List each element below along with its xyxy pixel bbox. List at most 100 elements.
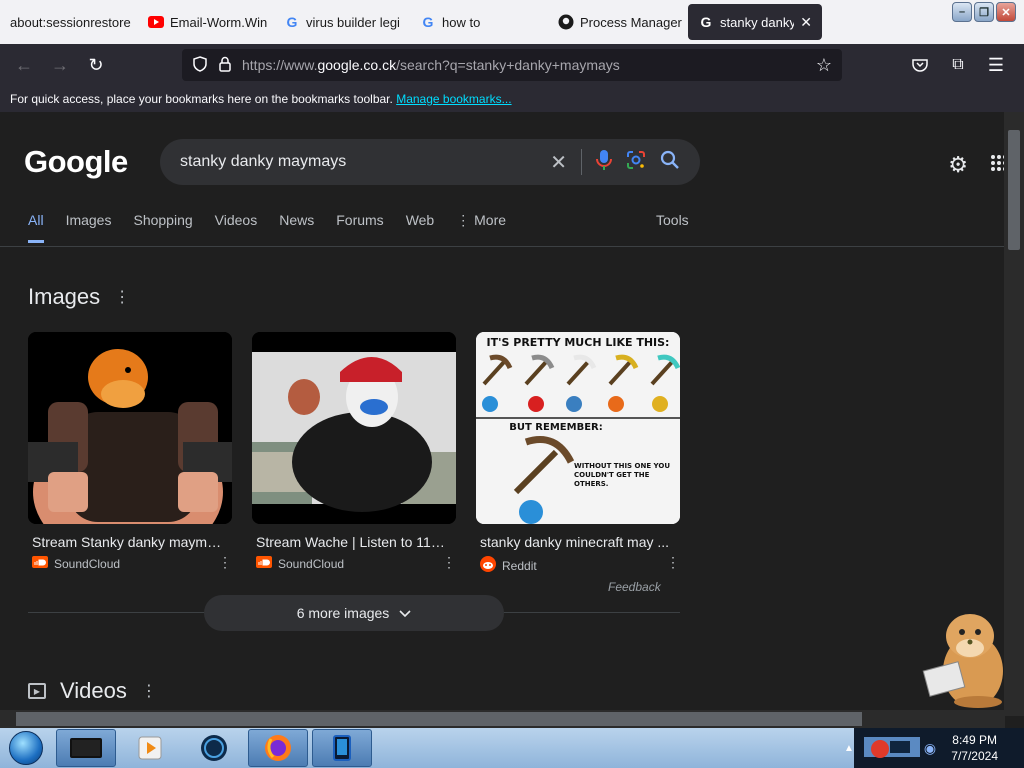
- maximize-icon[interactable]: ❐: [974, 2, 994, 22]
- google-icon: G: [700, 14, 712, 30]
- clear-icon[interactable]: ✕: [550, 150, 567, 175]
- more-options-icon[interactable]: ⋮: [114, 287, 130, 307]
- toolbar-right: ⧉ ☰: [902, 47, 1014, 83]
- star-icon[interactable]: ☆: [816, 55, 832, 76]
- forward-icon[interactable]: →: [42, 47, 78, 83]
- scrollbar-thumb[interactable]: [16, 712, 862, 726]
- result-menu-icon[interactable]: ⋮: [442, 554, 456, 571]
- close-window-icon[interactable]: ✕: [996, 2, 1016, 22]
- tab-label: stanky danky m: [720, 14, 795, 30]
- feedback-link[interactable]: Feedback: [608, 580, 661, 594]
- play-icon: ▶: [28, 683, 46, 699]
- reddit-icon: [480, 556, 496, 575]
- taskbar-app-globe[interactable]: [184, 729, 244, 767]
- google-icon: G: [422, 14, 434, 30]
- tab-label: Process Manager: [580, 14, 682, 30]
- chevron-down-icon: [399, 605, 411, 621]
- taskbar-app-tablet[interactable]: [312, 729, 372, 767]
- tab-forums[interactable]: Forums: [336, 212, 383, 243]
- clock[interactable]: 8:49 PM 7/7/2024: [951, 732, 998, 764]
- close-tab-icon[interactable]: ✕: [800, 14, 812, 31]
- bookmarks-hint: For quick access, place your bookmarks h…: [10, 92, 393, 106]
- url-text: https://www.google.co.ck/search?q=stanky…: [242, 57, 620, 73]
- tab-email-worm[interactable]: Email-Worm.Win: [138, 0, 274, 44]
- result-menu-icon[interactable]: ⋮: [218, 554, 232, 571]
- search-box[interactable]: stanky danky maymays ✕: [160, 139, 700, 185]
- meme-top-text: IT'S PRETTY MUCH LIKE THIS:: [487, 336, 670, 349]
- image-thumbnail-heavy[interactable]: [28, 332, 232, 524]
- videos-section-title: ▶ Videos ⋮: [28, 678, 157, 704]
- tab-more[interactable]: ⋮ More: [456, 212, 506, 243]
- google-logo[interactable]: Google: [24, 144, 128, 180]
- tools-button[interactable]: Tools: [656, 212, 689, 228]
- menu-icon[interactable]: ☰: [978, 47, 1014, 83]
- tray-expand-icon[interactable]: ▲: [844, 743, 854, 754]
- bookmarks-toolbar: For quick access, place your bookmarks h…: [0, 86, 1024, 112]
- horizontal-scrollbar[interactable]: [0, 710, 1005, 728]
- result-menu-icon[interactable]: ⋮: [666, 554, 680, 571]
- github-icon: [558, 14, 574, 30]
- tab-session-restore[interactable]: about:sessionrestore: [0, 0, 138, 44]
- tab-label: virus builder legi: [306, 14, 400, 30]
- more-options-icon[interactable]: ⋮: [141, 681, 157, 701]
- lens-icon[interactable]: [626, 150, 646, 175]
- search-icon[interactable]: [660, 150, 680, 175]
- tab-how-to[interactable]: G how to: [410, 0, 548, 44]
- back-icon[interactable]: ←: [6, 47, 42, 83]
- tab-process-manager[interactable]: Process Manager: [548, 0, 688, 44]
- image-result[interactable]: Stream Wache | Listen to 11/1... SoundCl…: [252, 332, 456, 571]
- tab-stanky-danky[interactable]: G stanky danky m ✕: [688, 4, 822, 40]
- tray-app-icon[interactable]: [862, 731, 922, 766]
- image-title[interactable]: Stream Wache | Listen to 11/1...: [252, 534, 448, 550]
- header-divider: [0, 246, 1005, 247]
- image-title[interactable]: stanky danky minecraft may ...: [476, 534, 672, 550]
- extensions-icon[interactable]: ⧉: [940, 47, 976, 83]
- taskbar: ▲ ◉ 8:49 PM 7/7/2024: [0, 728, 1024, 768]
- divider: [581, 149, 582, 175]
- taskbar-app-firefox[interactable]: [248, 729, 308, 767]
- header-actions: ⚙: [948, 152, 1008, 178]
- image-thumbnail-minecraft-meme[interactable]: IT'S PRETTY MUCH LIKE THIS: BUT REMEMBER…: [476, 332, 680, 524]
- gear-icon[interactable]: ⚙: [948, 152, 968, 178]
- lock-icon[interactable]: [218, 56, 232, 75]
- search-input[interactable]: stanky danky maymays: [180, 153, 550, 171]
- image-thumbnail-mario[interactable]: [252, 332, 456, 524]
- tab-label: how to: [442, 14, 481, 30]
- soundcloud-icon: [256, 556, 272, 571]
- soundcloud-icon: [32, 556, 48, 571]
- google-icon: G: [286, 14, 298, 30]
- image-title[interactable]: Stream Stanky danky mayma...: [28, 534, 224, 550]
- tab-strip: about:sessionrestore Email-Worm.Win G vi…: [0, 0, 1024, 44]
- tab-images[interactable]: Images: [66, 212, 112, 243]
- reload-icon[interactable]: ↻: [78, 47, 114, 83]
- pocket-icon[interactable]: [902, 47, 938, 83]
- manage-bookmarks-link[interactable]: Manage bookmarks...: [396, 92, 511, 106]
- tab-virus-builder[interactable]: G virus builder legi: [274, 0, 410, 44]
- tab-web[interactable]: Web: [406, 212, 435, 243]
- more-images-button[interactable]: 6 more images: [204, 595, 504, 631]
- image-source: SoundCloud: [28, 556, 232, 571]
- nav-bar: ← → ↻ https://www.google.co.ck/search?q=…: [0, 44, 1024, 86]
- hamster-mascot[interactable]: [918, 606, 1008, 710]
- taskbar-app-terminal[interactable]: [56, 729, 116, 767]
- tab-all[interactable]: All: [28, 212, 44, 243]
- youtube-icon: [148, 14, 164, 30]
- url-bar[interactable]: https://www.google.co.ck/search?q=stanky…: [182, 49, 842, 81]
- tab-label: Email-Worm.Win: [170, 14, 268, 30]
- window-controls: – ❐ ✕: [952, 2, 1016, 22]
- image-source: Reddit: [476, 556, 680, 575]
- system-tray: ▲ ◉ 8:49 PM 7/7/2024: [844, 728, 1024, 768]
- start-button[interactable]: [0, 728, 52, 768]
- tab-videos[interactable]: Videos: [215, 212, 258, 243]
- minimize-icon[interactable]: –: [952, 2, 972, 22]
- network-icon[interactable]: ◉: [924, 740, 936, 757]
- image-result[interactable]: IT'S PRETTY MUCH LIKE THIS: BUT REMEMBER…: [476, 332, 680, 575]
- microphone-icon[interactable]: [596, 149, 612, 176]
- tab-news[interactable]: News: [279, 212, 314, 243]
- shield-icon[interactable]: [192, 55, 208, 75]
- meme-bottom-text: WITHOUT THIS ONE YOU COULDN'T GET THE OT…: [574, 462, 671, 488]
- scrollbar-thumb[interactable]: [1008, 130, 1020, 250]
- image-result[interactable]: Stream Stanky danky mayma... SoundCloud …: [28, 332, 232, 571]
- tab-shopping[interactable]: Shopping: [133, 212, 192, 243]
- taskbar-app-media-player[interactable]: [120, 729, 180, 767]
